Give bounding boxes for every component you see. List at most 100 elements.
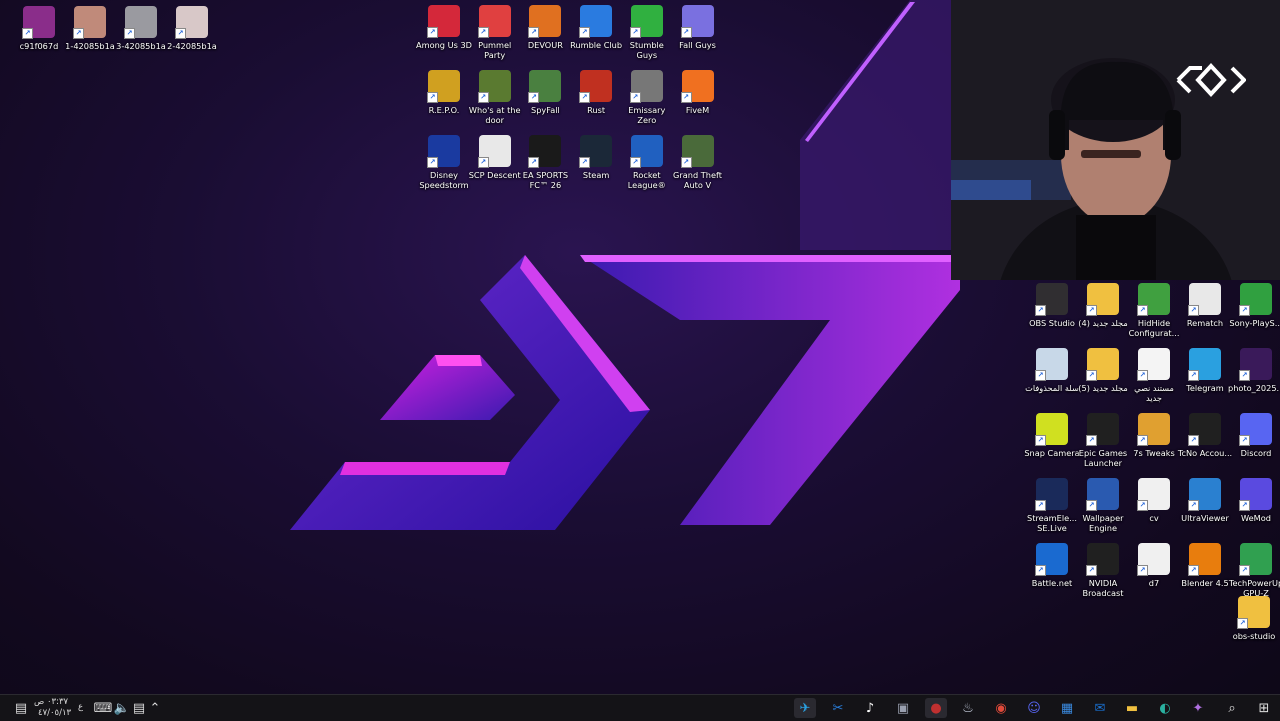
desktop-shortcut[interactable]: ↗ DEVOUR [520,5,570,50]
language-indicator[interactable]: ع [78,702,83,712]
desktop-shortcut[interactable]: ↗ SCP Descent [469,135,521,180]
start-button-icon[interactable]: ⊞ [1253,698,1275,718]
shortcut-arrow-icon: ↗ [1035,500,1046,511]
winrar-archive-icon: ↗ [22,6,55,39]
shortcut-arrow-icon: ↗ [680,27,692,38]
playstation-icon: ↗ [1239,283,1272,316]
desktop-shortcut[interactable]: ↗ مجلد جديد (4) [1078,283,1128,328]
nvidia-broadcast-icon: ↗ [1086,543,1119,576]
desktop-shortcut[interactable]: ↗ مجلد جديد (5) [1078,348,1128,393]
desktop-shortcut[interactable]: ↗ Who's at the door [469,70,521,125]
edge-taskbar-icon[interactable]: ◐ [1154,698,1176,718]
desktop-shortcut[interactable]: ↗ Steam [571,135,621,180]
rocket-league-icon: ↗ [629,135,663,168]
shortcut-label: Rematch [1186,318,1224,328]
shortcut-label: SpyFall [531,105,560,115]
snap-camera-icon: ↗ [1035,413,1068,446]
desktop-shortcut[interactable]: ↗ Wallpaper Engine [1078,478,1128,533]
desktop-shortcut[interactable]: ↗ obs-studio [1229,596,1279,641]
desktop-shortcut[interactable]: ↗ NVIDIA Broadcast [1078,543,1128,598]
search-icon[interactable]: ⌕ [1221,698,1243,718]
desktop-shortcut[interactable]: ↗ 3-42085b1a [116,6,166,51]
shortcut-arrow-icon: ↗ [1035,370,1046,381]
desktop-shortcut[interactable]: ↗ Rumble Club [570,5,622,50]
desktop-shortcut[interactable]: ↗ Grand Theft Auto V [673,135,723,190]
chevron-up-icon[interactable]: ⌃ [144,698,166,718]
webcam-overlay [951,0,1280,280]
clock-time[interactable]: ٠٣:٣٧ ص [34,697,68,707]
desktop-shortcut[interactable]: ↗ UltraViewer [1180,478,1230,523]
desktop-shortcut[interactable]: ↗ cv [1129,478,1179,523]
desktop-shortcut[interactable]: ↗ Disney Speedstorm [419,135,469,190]
desktop-shortcut[interactable]: ↗ TechPowerUp GPU-Z [1229,543,1280,598]
text-document-icon: ↗ [1137,348,1170,381]
desktop-shortcut[interactable]: ↗ 2-42085b1a [167,6,217,51]
desktop-shortcut[interactable]: ↗ StreamEle... SE.Live [1027,478,1077,533]
rust-icon: ↗ [579,70,613,103]
shortcut-arrow-icon: ↗ [22,28,33,39]
desktop-shortcut[interactable]: ↗ Among Us 3D [416,5,472,50]
epic-games-icon: ↗ [1086,413,1119,446]
desktop-shortcut[interactable]: ↗ EA SPORTS FC™ 26 [520,135,570,190]
app-taskbar-icon[interactable]: ▣ [892,698,914,718]
desktop-shortcut[interactable]: ↗ 1-42085b1a [65,6,115,51]
shortcut-arrow-icon: ↗ [1086,305,1097,316]
desktop-shortcut[interactable]: ↗ Rematch [1180,283,1230,328]
snipping-tool-taskbar-icon[interactable]: ✂ [827,698,849,718]
desktop-shortcut[interactable]: ↗ SpyFall [520,70,570,115]
obs-taskbar-icon[interactable]: ● [925,698,947,718]
desktop-shortcut[interactable]: ↗ 7s Tweaks [1129,413,1179,458]
clock-date[interactable]: ٤٧/٠٥/١٣ [38,708,71,718]
desktop-shortcut[interactable]: ↗ Emissary Zero [622,70,672,125]
shortcut-arrow-icon: ↗ [528,157,540,168]
desktop-shortcut[interactable]: ↗ HidHide Configurat... [1129,283,1179,338]
shortcut-label: Fall Guys [679,40,716,50]
desktop-shortcut[interactable]: ↗ photo_2025... [1228,348,1280,393]
tiktok-taskbar-icon[interactable]: ♪ [859,698,881,718]
desktop-shortcut[interactable]: ↗ Fall Guys [673,5,723,50]
chrome-taskbar-icon[interactable]: ◉ [990,698,1012,718]
desktop-shortcut[interactable]: ↗ Blender 4.5 [1180,543,1230,588]
shortcut-arrow-icon: ↗ [175,28,186,39]
desktop-shortcut[interactable]: ↗ d7 [1129,543,1179,588]
desktop-shortcut[interactable]: ↗ Pummel Party [470,5,520,60]
file-explorer-taskbar-icon[interactable]: ▬ [1121,698,1143,718]
desktop-shortcut[interactable]: ↗ FiveM [673,70,723,115]
desktop-shortcut[interactable]: ↗ Discord [1231,413,1280,458]
desktop-shortcut[interactable]: ↗ Epic Games Launcher [1078,413,1128,468]
shortcut-label: Discord [1240,448,1272,458]
discord-app-taskbar-icon[interactable]: ☺ [1023,698,1045,718]
desktop-shortcut[interactable]: ↗ Rust [571,70,621,115]
shortcut-label: DEVOUR [527,40,563,50]
desktop-shortcut[interactable]: ↗ Stumble Guys [622,5,672,60]
desktop-shortcut[interactable]: ↗ Battle.net [1027,543,1077,588]
shortcut-label: EA SPORTS FC™ 26 [522,170,569,190]
notification-icon[interactable]: ▤ [10,698,32,718]
desktop-shortcut[interactable]: ↗ Rocket League® [622,135,672,190]
store-taskbar-icon[interactable]: ▦ [1056,698,1078,718]
desktop-shortcut[interactable]: ↗ سلة المحذوفات [1025,348,1079,393]
desktop-shortcut[interactable]: ↗ OBS Studio [1027,283,1077,328]
shortcut-arrow-icon: ↗ [579,157,591,168]
shortcut-label: Snap Camera [1024,448,1080,458]
desktop-shortcut[interactable]: ↗ WeMod [1231,478,1280,523]
emissary-zero-icon: ↗ [629,70,663,103]
shortcut-label: 3-42085b1a [116,41,166,51]
desktop-shortcut[interactable]: ↗ Sony-PlayS... [1229,283,1280,328]
shortcut-arrow-icon: ↗ [1137,370,1148,381]
shortcut-arrow-icon: ↗ [1188,370,1199,381]
rematch-icon: ↗ [1188,283,1221,316]
desktop-shortcut[interactable]: ↗ c91f067d [14,6,64,51]
outlook-taskbar-icon[interactable]: ✉ [1089,698,1111,718]
shortcut-arrow-icon: ↗ [680,92,692,103]
desktop-shortcut[interactable]: ↗ TcNo Accou... [1178,413,1232,458]
shortcut-label: WeMod [1241,513,1271,523]
tcno-icon: ↗ [1188,413,1221,446]
telegram-taskbar-icon[interactable]: ✈ [794,698,816,718]
desktop-shortcut[interactable]: ↗ Snap Camera [1024,413,1080,458]
desktop-shortcut[interactable]: ↗ مستند نصي جديد [1129,348,1179,403]
desktop-shortcut[interactable]: ↗ R.E.P.O. [419,70,469,115]
copilot-taskbar-icon[interactable]: ✦ [1187,698,1209,718]
steam-taskbar-icon[interactable]: ♨ [957,698,979,718]
desktop-shortcut[interactable]: ↗ Telegram [1180,348,1230,393]
